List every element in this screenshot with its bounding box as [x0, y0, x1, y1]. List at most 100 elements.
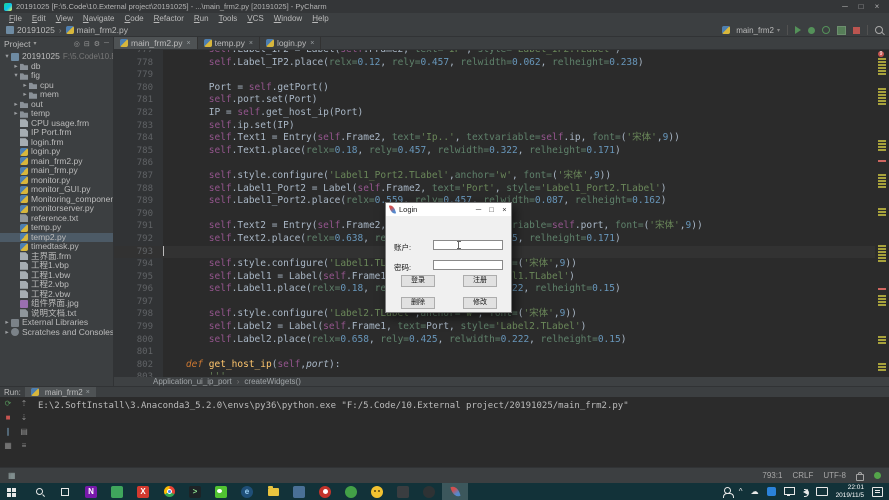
code-line[interactable]: self.ip.set(IP)	[163, 120, 875, 133]
clock-app-icon[interactable]	[416, 483, 442, 500]
line-number[interactable]: 780	[114, 82, 163, 95]
cube-app-icon[interactable]	[286, 483, 312, 500]
menu-item-vcs[interactable]: VCS	[242, 14, 268, 23]
stop-icon[interactable]: ■	[6, 413, 11, 423]
code-line[interactable]: self.Text1.place(relx=0.18, rely=0.457, …	[163, 145, 875, 158]
tree-item-20191025[interactable]: ▾ 20191025F:\5.Code\10.External pr	[0, 52, 113, 62]
screenshot-app-icon[interactable]	[104, 483, 130, 500]
close-icon[interactable]: ×	[249, 40, 253, 47]
warning-mark[interactable]	[878, 208, 886, 210]
close-button[interactable]: ×	[869, 0, 885, 13]
code-line[interactable]	[163, 296, 875, 309]
tree-item-reference-txt[interactable]: reference.txt	[0, 214, 113, 224]
code-line[interactable]: self.Text1 = Entry(self.Frame2, text='Ip…	[163, 132, 875, 145]
code-line[interactable]: self.Label_IP2 = Label(self.Frame2, text…	[163, 50, 875, 57]
code-line[interactable]: self.Label_IP2.place(relx=0.12, rely=0.4…	[163, 57, 875, 70]
tree-collapsed-icon[interactable]: ▸	[12, 109, 20, 119]
warning-mark[interactable]	[878, 366, 886, 368]
tree-collapsed-icon[interactable]: ▸	[3, 328, 11, 338]
code-line[interactable]: def get_host_ip(self,port):	[163, 359, 875, 372]
menu-item-edit[interactable]: Edit	[27, 14, 51, 23]
line-number[interactable]: 795	[114, 271, 163, 284]
chrome-icon[interactable]	[156, 483, 182, 500]
line-number[interactable]: 784	[114, 132, 163, 145]
line-number[interactable]: 790	[114, 208, 163, 221]
tree-item-external-libraries[interactable]: ▸ External Libraries	[0, 318, 113, 328]
tree-item-monitoring-component-py[interactable]: Monitoring_component.py	[0, 195, 113, 205]
tab-temp-py[interactable]: temp.py ×	[198, 37, 260, 49]
code-line[interactable]: self.style.configure('Label1.TLabel',anc…	[163, 258, 875, 271]
onenote-icon[interactable]: N	[78, 483, 104, 500]
tree-item-main-frm-py[interactable]: main_frm.py	[0, 166, 113, 176]
tim-icon[interactable]	[766, 487, 776, 496]
profiler-button[interactable]	[837, 25, 846, 35]
warning-mark[interactable]	[878, 186, 886, 188]
code-line[interactable]	[163, 69, 875, 82]
tree-item-1-vbp[interactable]: 工程1.vbp	[0, 261, 113, 271]
code-line[interactable]	[163, 208, 875, 221]
tree-collapsed-icon[interactable]: ▸	[21, 90, 29, 100]
breadcrumb-project[interactable]: 20191025	[6, 25, 55, 35]
code-line[interactable]: self.Text2 = Entry(self.Frame2, text='Po…	[163, 220, 875, 233]
warning-mark[interactable]	[878, 298, 886, 300]
code-line[interactable]: self.Label1 = Label(self.Frame1, text=IP…	[163, 271, 875, 284]
smiley-app-icon[interactable]	[364, 483, 390, 500]
terminal-icon[interactable]: >	[182, 483, 208, 500]
menu-item-tools[interactable]: Tools	[214, 14, 243, 23]
menu-item-run[interactable]: Run	[189, 14, 214, 23]
settings-icon[interactable]: ⚙	[94, 40, 100, 48]
soft-wrap-icon[interactable]: ▤	[20, 427, 28, 437]
error-mark[interactable]	[878, 160, 886, 162]
warning-mark[interactable]	[878, 245, 886, 247]
line-number[interactable]: 802	[114, 359, 163, 372]
warning-mark[interactable]	[878, 295, 886, 297]
modify-button[interactable]: 修改	[463, 297, 497, 309]
restore-layout-icon[interactable]: ▦	[4, 441, 12, 451]
readonly-lock-icon[interactable]	[856, 471, 864, 481]
code-line[interactable]: self.Label1_Port2.place(relx=0.559, rely…	[163, 195, 875, 208]
menu-item-file[interactable]: File	[4, 14, 27, 23]
code-line[interactable]: Port = self.getPort()	[163, 82, 875, 95]
maximize-button[interactable]: □	[853, 0, 869, 13]
breadcrumb-class[interactable]: Application_ui_ip_port	[153, 377, 232, 386]
warning-mark[interactable]	[878, 88, 886, 90]
tray-clock[interactable]: 22:01 2019/11/5	[836, 484, 864, 499]
tree-item-timedtask-py[interactable]: timedtask.py	[0, 242, 113, 252]
code-line[interactable]	[163, 157, 875, 170]
line-number[interactable]: 787	[114, 170, 163, 183]
tree-item-login-frm[interactable]: login.frm	[0, 138, 113, 148]
warning-mark[interactable]	[878, 73, 886, 75]
code-line[interactable]	[163, 245, 875, 259]
tree-item-cpu-usage-frm[interactable]: CPU usage.frm	[0, 119, 113, 129]
scroll-end-icon[interactable]: ≡	[22, 441, 27, 451]
warning-mark[interactable]	[878, 177, 886, 179]
task-view-icon[interactable]	[52, 483, 78, 500]
warning-mark[interactable]	[878, 94, 886, 96]
minimize-button[interactable]: ─	[837, 0, 853, 13]
warning-mark[interactable]	[878, 251, 886, 253]
line-number[interactable]: 778	[114, 57, 163, 70]
error-mark[interactable]	[878, 288, 886, 290]
line-number[interactable]: 785	[114, 145, 163, 158]
search-taskbar-icon[interactable]	[26, 483, 52, 500]
tree-item-scratches-and-consoles[interactable]: ▸ Scratches and Consoles	[0, 328, 113, 338]
dialog-close-button[interactable]: ×	[498, 203, 511, 216]
dialog-maximize-button[interactable]: □	[485, 203, 498, 216]
close-icon[interactable]: ×	[86, 389, 90, 396]
tree-item-temp2-py[interactable]: temp2.py	[0, 232, 113, 242]
tree-item-jpg[interactable]: 组件界面.jpg	[0, 299, 113, 309]
xmind-icon[interactable]: X	[130, 483, 156, 500]
warning-mark[interactable]	[878, 67, 886, 69]
dialog-minimize-button[interactable]: ─	[472, 203, 485, 216]
warning-mark[interactable]	[878, 214, 886, 216]
input-method-icon[interactable]	[815, 487, 828, 496]
run-config-selector[interactable]: main_frm2 ▾	[722, 26, 780, 35]
browser-icon[interactable]: e	[234, 483, 260, 500]
line-number[interactable]: 800	[114, 334, 163, 347]
error-stripe[interactable]: 9	[875, 50, 889, 377]
warning-mark[interactable]	[878, 339, 886, 341]
action-center-icon[interactable]	[872, 486, 883, 497]
tree-expanded-icon[interactable]: ▾	[3, 52, 11, 62]
tree-item-frm[interactable]: 主界面.frm	[0, 252, 113, 262]
tree-collapsed-icon[interactable]: ▸	[21, 81, 29, 91]
